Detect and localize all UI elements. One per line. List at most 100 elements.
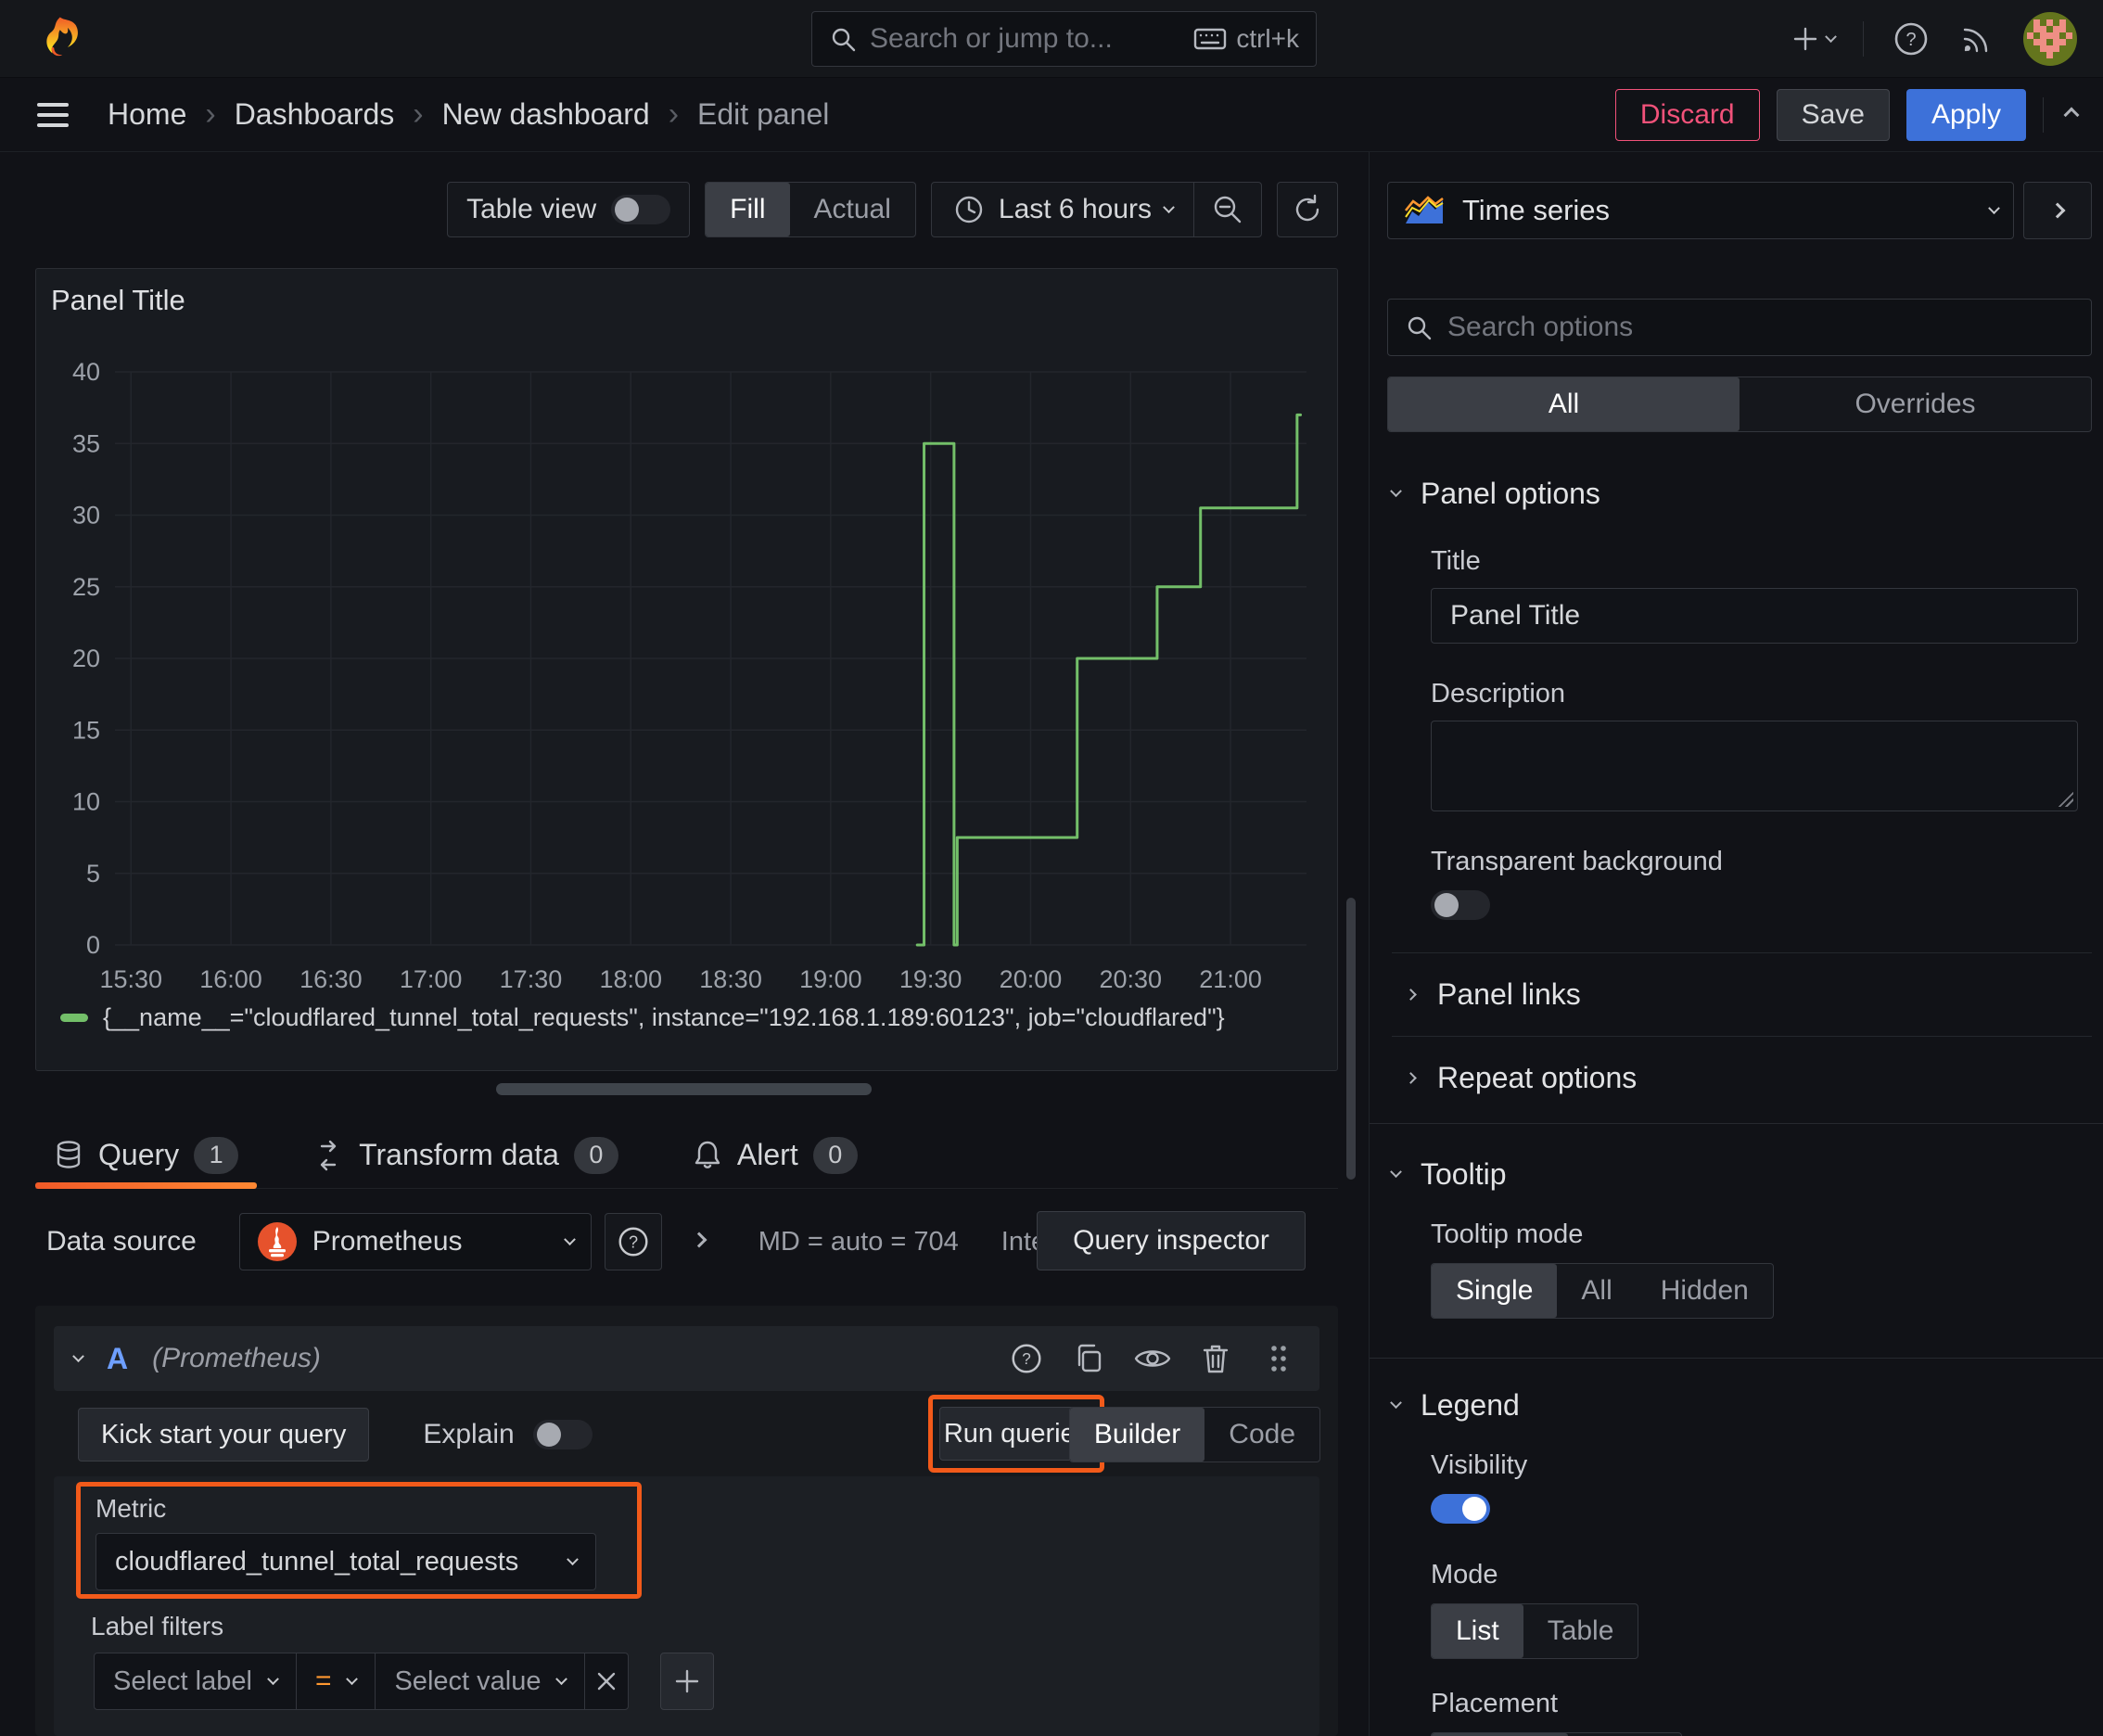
kick-start-button[interactable]: Kick start your query	[78, 1408, 370, 1462]
description-textarea[interactable]	[1431, 721, 2078, 811]
breadcrumb-separator: ›	[205, 96, 216, 132]
legend-placement-label: Placement	[1431, 1689, 1559, 1718]
panel-options-header[interactable]: Panel options	[1390, 477, 2103, 511]
svg-text:20: 20	[72, 645, 100, 672]
discard-button[interactable]: Discard	[1614, 88, 1760, 141]
svg-text:16:30: 16:30	[300, 965, 363, 993]
datasource-help-button[interactable]: ?	[604, 1213, 662, 1270]
breadcrumb-edit-panel: Edit panel	[697, 97, 830, 131]
expand-options-chevron-right-icon[interactable]	[691, 1232, 707, 1250]
legend-header[interactable]: Legend	[1390, 1388, 2103, 1423]
menu-icon[interactable]	[37, 102, 69, 127]
select-label-dropdown[interactable]: Select label	[94, 1653, 297, 1710]
collapse-query-chevron-icon[interactable]	[72, 1349, 84, 1362]
query-ref-row[interactable]: A (Prometheus) ?	[54, 1326, 1319, 1391]
breadcrumb-dashboards[interactable]: Dashboards	[235, 97, 395, 132]
panel-links-section[interactable]: Panel links	[1370, 953, 2103, 1036]
table-view-toggle[interactable]	[611, 195, 671, 224]
repeat-options-section[interactable]: Repeat options	[1370, 1037, 2103, 1119]
visualization-select[interactable]: Time series	[1387, 182, 2014, 239]
panel-toolbar: Table view Fill Actual Last 6 hours	[35, 182, 1338, 237]
delete-query-button[interactable]	[1195, 1338, 1236, 1379]
chevron-down-icon	[555, 1672, 568, 1685]
collapse-sidebar-button[interactable]	[2023, 182, 2092, 239]
options-search-box[interactable]: Search options	[1387, 299, 2092, 356]
global-search-box[interactable]: Search or jump to... ctrl+k	[811, 11, 1317, 67]
tooltip-single-option[interactable]: Single	[1432, 1264, 1558, 1318]
overrides-tab[interactable]: Overrides	[1740, 377, 2091, 431]
search-shortcut: ctrl+k	[1193, 24, 1299, 54]
breadcrumb-new-dashboard[interactable]: New dashboard	[442, 97, 650, 132]
drag-query-handle[interactable]	[1258, 1338, 1299, 1379]
explain-toggle[interactable]	[532, 1420, 593, 1449]
metric-select[interactable]: cloudflared_tunnel_total_requests	[96, 1533, 596, 1590]
breadcrumb: Home › Dashboards › New dashboard › Edit…	[108, 96, 829, 133]
svg-text:40: 40	[72, 358, 100, 386]
transparent-background-toggle[interactable]	[1431, 890, 1490, 920]
datasource-name: Prometheus	[312, 1226, 463, 1257]
legend-table-option[interactable]: Table	[1523, 1604, 1638, 1658]
series-color-swatch[interactable]	[60, 1014, 88, 1022]
help-button[interactable]: ?	[1892, 19, 1931, 58]
chevron-down-icon	[1825, 30, 1837, 43]
chevron-down-icon	[1163, 200, 1175, 213]
chevron-down-icon	[346, 1672, 359, 1685]
prometheus-icon	[257, 1222, 297, 1261]
question-circle-icon: ?	[1894, 22, 1928, 56]
keyboard-icon	[1194, 28, 1227, 50]
svg-text:18:00: 18:00	[599, 965, 662, 993]
time-range-picker[interactable]: Last 6 hours	[932, 193, 1193, 226]
operator-dropdown[interactable]: =	[295, 1653, 376, 1710]
select-value-placeholder: Select value	[394, 1666, 542, 1696]
fill-option[interactable]: Fill	[706, 183, 790, 236]
zoom-out-time-button[interactable]	[1194, 193, 1261, 226]
select-value-dropdown[interactable]: Select value	[375, 1653, 586, 1710]
tooltip-header[interactable]: Tooltip	[1390, 1157, 2103, 1192]
duplicate-query-button[interactable]	[1069, 1338, 1110, 1379]
tooltip-hidden-option[interactable]: Hidden	[1637, 1264, 1773, 1318]
panel-resize-handle[interactable]	[496, 1083, 872, 1095]
code-option[interactable]: Code	[1204, 1408, 1319, 1462]
actual-option[interactable]: Actual	[790, 183, 915, 236]
datasource-select[interactable]: Prometheus	[238, 1213, 592, 1270]
tab-transform-data[interactable]: Transform data 0	[294, 1122, 637, 1188]
query-inspector-button[interactable]: Query inspector	[1037, 1211, 1306, 1270]
apply-button[interactable]: Apply	[1905, 88, 2026, 141]
main-scrollbar-thumb[interactable]	[1346, 898, 1356, 1180]
legend-list-option[interactable]: List	[1432, 1604, 1523, 1658]
toggle-query-visibility-button[interactable]	[1132, 1338, 1173, 1379]
timeseries-viz-icon	[1404, 196, 1444, 223]
tab-transform-label: Transform data	[359, 1138, 559, 1171]
news-button[interactable]	[1958, 20, 1995, 57]
time-series-chart[interactable]: 0 5 10 15 20 25 30 35 40 15:30 16:00 16:30 17:00 17:3…	[36, 269, 1339, 1072]
legend-mode-segmented: List Table	[1431, 1603, 1639, 1659]
chevron-down-icon	[1390, 485, 1402, 498]
panel-links-label: Panel links	[1437, 977, 1581, 1011]
database-icon	[57, 1140, 81, 1168]
builder-option[interactable]: Builder	[1069, 1408, 1205, 1462]
legend-visibility-toggle[interactable]	[1431, 1494, 1490, 1524]
title-input[interactable]: Panel Title	[1431, 588, 2078, 644]
tooltip-all-option[interactable]: All	[1557, 1264, 1636, 1318]
breadcrumb-bar: Home › Dashboards › New dashboard › Edit…	[0, 78, 2103, 152]
svg-text:16:00: 16:00	[199, 965, 262, 993]
tab-alert[interactable]: Alert 0	[674, 1122, 876, 1188]
collapse-options-chevron-up-icon[interactable]	[2063, 107, 2080, 122]
refresh-icon	[1295, 194, 1319, 222]
series-label[interactable]: {__name__="cloudflared_tunnel_total_requ…	[103, 1003, 1225, 1032]
grafana-logo-icon[interactable]	[35, 15, 83, 63]
tab-query[interactable]: Query 1	[35, 1122, 258, 1189]
query-help-button[interactable]: ?	[1006, 1338, 1047, 1379]
resize-grip-icon[interactable]	[2057, 790, 2073, 807]
new-button[interactable]	[1790, 23, 1837, 55]
svg-text:19:30: 19:30	[899, 965, 962, 993]
max-datapoints-stat: MD = auto = 704	[758, 1226, 959, 1257]
refresh-button[interactable]	[1277, 182, 1338, 237]
remove-filter-button[interactable]	[584, 1653, 630, 1710]
breadcrumb-home[interactable]: Home	[108, 97, 186, 132]
user-avatar[interactable]	[2023, 12, 2077, 66]
chevron-down-icon	[1390, 1166, 1402, 1179]
add-filter-button[interactable]	[660, 1653, 715, 1710]
save-button[interactable]: Save	[1776, 88, 1890, 141]
all-tab[interactable]: All	[1388, 377, 1740, 431]
